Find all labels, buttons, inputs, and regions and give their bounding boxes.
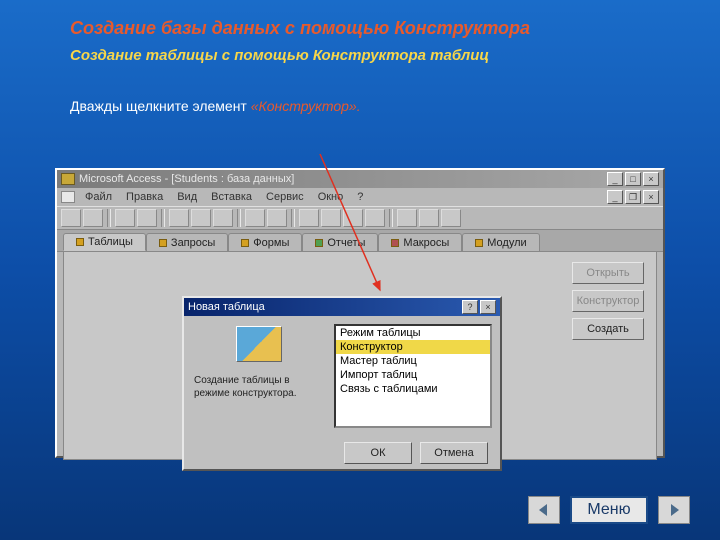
toolbar-icon[interactable] [267, 209, 287, 227]
create-button[interactable]: Создать [572, 318, 644, 340]
tab-label: Формы [253, 237, 289, 249]
cancel-button[interactable]: Отмена [420, 442, 488, 464]
page-title: Создание базы данных с помощью Конструкт… [0, 0, 720, 39]
design-button[interactable]: Конструктор [572, 290, 644, 312]
toolbar-icon[interactable] [137, 209, 157, 227]
titlebar: Microsoft Access - [Students : база данн… [57, 170, 663, 188]
dialog-titlebar: Новая таблица ? × [184, 298, 500, 316]
toolbar [57, 206, 663, 230]
form-icon [241, 239, 249, 247]
wizard-image-icon [236, 326, 282, 362]
report-icon [315, 239, 323, 247]
menu-insert[interactable]: Вставка [205, 190, 258, 204]
toolbar-icon[interactable] [61, 209, 81, 227]
instruction-part1: Дважды щелкните элемент [70, 98, 251, 114]
tab-label: Макросы [403, 237, 449, 249]
dialog-caption: Создание таблицы в режиме конструктора. [194, 374, 324, 400]
menu-view[interactable]: Вид [171, 190, 203, 204]
tab-label: Запросы [171, 237, 215, 249]
window-title: Microsoft Access - [Students : база данн… [79, 173, 294, 185]
prev-button[interactable] [528, 496, 560, 524]
tab-queries[interactable]: Запросы [146, 233, 228, 251]
menu-help[interactable]: ? [351, 190, 369, 204]
close-button[interactable]: × [643, 172, 659, 186]
toolbar-separator [107, 209, 111, 227]
toolbar-icon[interactable] [419, 209, 439, 227]
table-icon [76, 238, 84, 246]
instruction-text: Дважды щелкните элемент «Конструктор». [0, 64, 720, 114]
next-button[interactable] [658, 496, 690, 524]
toolbar-icon[interactable] [365, 209, 385, 227]
toolbar-icon[interactable] [343, 209, 363, 227]
tab-modules[interactable]: Модули [462, 233, 539, 251]
open-button[interactable]: Открыть [572, 262, 644, 284]
tab-label: Таблицы [88, 236, 133, 248]
tab-macros[interactable]: Макросы [378, 233, 462, 251]
arrow-right-icon [665, 502, 683, 518]
tab-content: Открыть Конструктор Создать Новая таблиц… [63, 252, 657, 460]
query-icon [159, 239, 167, 247]
list-item-selected[interactable]: Конструктор [336, 340, 490, 354]
menu-tools[interactable]: Сервис [260, 190, 310, 204]
document-icon [61, 191, 75, 203]
tab-reports[interactable]: Отчеты [302, 233, 378, 251]
toolbar-icon[interactable] [441, 209, 461, 227]
new-table-dialog: Новая таблица ? × Создание таблицы в реж… [182, 296, 502, 471]
instruction-highlight: «Конструктор». [251, 98, 361, 114]
macro-icon [391, 239, 399, 247]
list-item[interactable]: Импорт таблиц [336, 368, 490, 382]
child-close-button[interactable]: × [643, 190, 659, 204]
toolbar-icon[interactable] [83, 209, 103, 227]
menu-edit[interactable]: Правка [120, 190, 169, 204]
tabs-bar: Таблицы Запросы Формы Отчеты Макросы Мод… [57, 230, 663, 252]
tab-forms[interactable]: Формы [228, 233, 302, 251]
menubar: Файл Правка Вид Вставка Сервис Окно ? _ … [57, 188, 663, 206]
list-item[interactable]: Мастер таблиц [336, 354, 490, 368]
toolbar-icon[interactable] [213, 209, 233, 227]
menu-button[interactable]: Меню [570, 496, 648, 524]
tab-tables[interactable]: Таблицы [63, 233, 146, 251]
tab-label: Модули [487, 237, 526, 249]
list-item[interactable]: Связь с таблицами [336, 382, 490, 396]
menu-window[interactable]: Окно [312, 190, 350, 204]
toolbar-separator [161, 209, 165, 227]
arrow-left-icon [535, 502, 553, 518]
ok-button[interactable]: ОК [344, 442, 412, 464]
module-icon [475, 239, 483, 247]
dialog-list[interactable]: Режим таблицы Конструктор Мастер таблиц … [334, 324, 492, 428]
toolbar-icon[interactable] [191, 209, 211, 227]
key-icon [61, 173, 75, 185]
child-minimize-button[interactable]: _ [607, 190, 623, 204]
toolbar-icon[interactable] [321, 209, 341, 227]
toolbar-icon[interactable] [299, 209, 319, 227]
menu-file[interactable]: Файл [79, 190, 118, 204]
tab-label: Отчеты [327, 237, 365, 249]
minimize-button[interactable]: _ [607, 172, 623, 186]
toolbar-separator [291, 209, 295, 227]
toolbar-separator [389, 209, 393, 227]
toolbar-separator [237, 209, 241, 227]
dialog-help-button[interactable]: ? [462, 300, 478, 314]
maximize-button[interactable]: □ [625, 172, 641, 186]
toolbar-icon[interactable] [169, 209, 189, 227]
list-item[interactable]: Режим таблицы [336, 326, 490, 340]
toolbar-icon[interactable] [115, 209, 135, 227]
dialog-close-button[interactable]: × [480, 300, 496, 314]
footer-nav: Меню [528, 496, 690, 524]
toolbar-icon[interactable] [397, 209, 417, 227]
access-window: Microsoft Access - [Students : база данн… [55, 168, 665, 458]
dialog-title: Новая таблица [188, 301, 265, 313]
toolbar-icon[interactable] [245, 209, 265, 227]
child-restore-button[interactable]: ❐ [625, 190, 641, 204]
page-subtitle: Создание таблицы с помощью Конструктора … [0, 39, 720, 64]
